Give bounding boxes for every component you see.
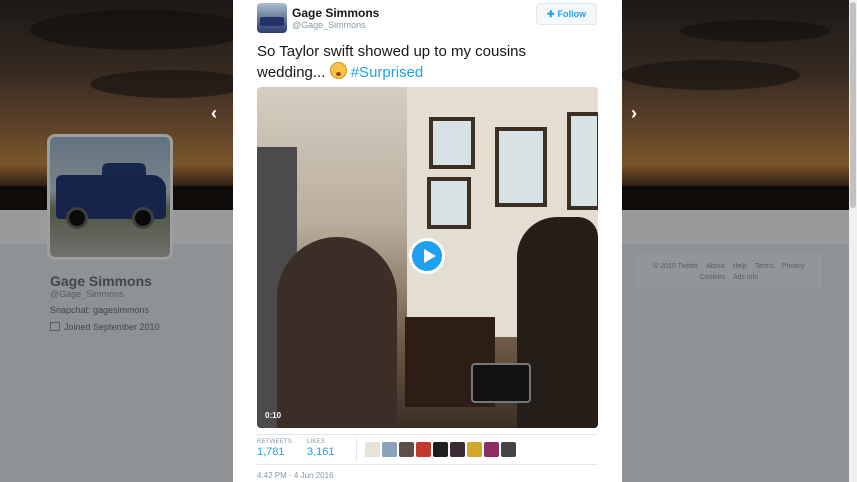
scrollbar-thumb[interactable]: [850, 2, 856, 208]
video-frame-phone: [471, 363, 531, 403]
flushed-face-emoji: [329, 62, 347, 79]
tweet-stats: RETWEETS 1,781 LIKES 3,161: [257, 434, 598, 465]
stats-divider: [356, 437, 357, 461]
video-frame-painting: [429, 117, 475, 169]
tweet-author-handle[interactable]: @Gage_Simmons: [292, 20, 366, 30]
retweets-count: 1,781: [257, 446, 285, 458]
video-frame-person: [277, 237, 397, 428]
liker-avatar[interactable]: [433, 442, 448, 457]
play-icon[interactable]: [409, 238, 445, 274]
tweet-modal: Gage Simmons @Gage_Simmons ✚ Follow So T…: [233, 0, 622, 482]
liker-avatar[interactable]: [484, 442, 499, 457]
tweet-text: So Taylor swift showed up to my cousins …: [257, 41, 587, 83]
add-user-icon: ✚: [546, 8, 555, 19]
video-frame-painting: [495, 127, 547, 207]
chevron-left-icon[interactable]: ‹: [211, 103, 217, 124]
liker-avatar[interactable]: [365, 442, 380, 457]
tweet-video[interactable]: 0:10: [257, 87, 598, 428]
liker-avatar[interactable]: [450, 442, 465, 457]
likes-label: LIKES: [307, 439, 326, 445]
retweets-stat[interactable]: RETWEETS 1,781: [257, 439, 292, 458]
follow-button-label: Follow: [557, 9, 587, 19]
liker-avatar[interactable]: [382, 442, 397, 457]
likers-avatars: [365, 442, 516, 457]
video-frame-painting: [567, 112, 598, 210]
liker-avatar[interactable]: [467, 442, 482, 457]
follow-button[interactable]: ✚ Follow: [536, 3, 597, 25]
liker-avatar[interactable]: [501, 442, 516, 457]
hashtag-link[interactable]: #Surprised: [351, 64, 424, 81]
video-frame-painting: [427, 177, 471, 229]
tweet-timestamp[interactable]: 4:42 PM - 4 Jun 2016: [257, 471, 334, 480]
chevron-right-icon[interactable]: ›: [631, 103, 637, 124]
liker-avatar[interactable]: [416, 442, 431, 457]
likes-count: 3,161: [307, 446, 335, 458]
tweet-author-name[interactable]: Gage Simmons: [292, 6, 379, 20]
liker-avatar[interactable]: [399, 442, 414, 457]
likes-stat[interactable]: LIKES 3,161: [307, 439, 335, 458]
video-duration: 0:10: [265, 411, 282, 420]
page-scrollbar[interactable]: [849, 0, 857, 482]
retweets-label: RETWEETS: [257, 439, 292, 445]
tweet-author-avatar[interactable]: [257, 3, 287, 33]
